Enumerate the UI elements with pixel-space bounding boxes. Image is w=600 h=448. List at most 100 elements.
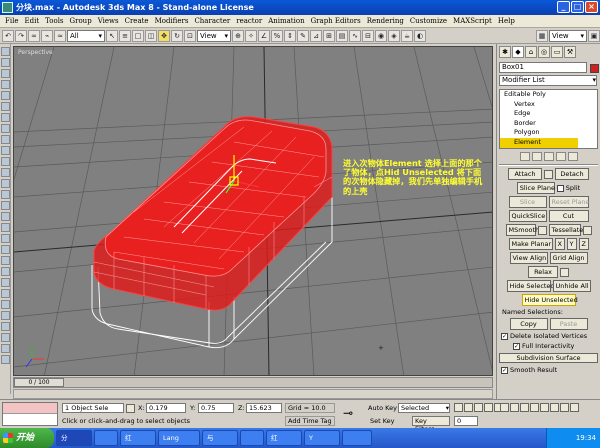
tab-icon[interactable]: [0, 157, 10, 166]
rotate-icon[interactable]: ↻: [171, 29, 183, 42]
menu-edit[interactable]: Edit: [21, 15, 42, 27]
taskbar-item[interactable]: [94, 430, 118, 446]
z-coordinate-field[interactable]: 15.623: [246, 403, 282, 413]
object-name-field[interactable]: Box01: [499, 62, 587, 73]
msmooth-button[interactable]: MSmooth: [505, 224, 539, 236]
render-last-icon[interactable]: ▣: [588, 29, 600, 42]
relax-settings-icon[interactable]: [560, 267, 569, 277]
tab-icon[interactable]: [0, 124, 10, 133]
bind-icon[interactable]: ≈: [54, 29, 66, 42]
make-unique-icon[interactable]: [543, 152, 554, 161]
maximize-viewport-icon[interactable]: [570, 403, 579, 412]
time-slider-track[interactable]: 0 / 100: [13, 377, 493, 388]
viewport-label[interactable]: Perspective: [18, 49, 53, 56]
hide-unselected-button[interactable]: Hide Unselected: [521, 294, 578, 306]
play-icon[interactable]: [474, 403, 483, 412]
tab-icon[interactable]: [0, 333, 10, 342]
relax-button[interactable]: Relax: [528, 266, 558, 278]
tab-icon[interactable]: [0, 278, 10, 287]
key-filters-button[interactable]: Key Filters...: [412, 416, 450, 433]
menu-file[interactable]: File: [2, 15, 21, 27]
menu-rendering[interactable]: Rendering: [364, 15, 407, 27]
time-slider[interactable]: 0 / 100: [14, 378, 64, 387]
tab-icon[interactable]: [0, 80, 10, 89]
tab-icon[interactable]: [0, 267, 10, 276]
zoom-extents-all-icon[interactable]: [530, 403, 539, 412]
modifier-stack[interactable]: Editable Poly Vertex Edge Border Polygon…: [499, 89, 598, 149]
render-type-select[interactable]: View ▾: [549, 29, 587, 42]
show-end-result-icon[interactable]: [531, 152, 542, 161]
panel-toggle-icon[interactable]: ▦: [536, 29, 548, 42]
align-icon[interactable]: ⊞: [323, 29, 335, 42]
prev-frame-icon[interactable]: [464, 403, 473, 412]
undo-icon[interactable]: ↶: [2, 29, 14, 42]
percent-snap-icon[interactable]: %: [271, 29, 283, 42]
orbit-icon[interactable]: [560, 403, 569, 412]
stack-item-vertex[interactable]: Vertex: [500, 100, 597, 110]
tessellate-button[interactable]: Tessellate: [548, 224, 583, 236]
tab-icon[interactable]: [0, 190, 10, 199]
maxscript-input[interactable]: [3, 403, 57, 414]
taskbar-item[interactable]: 分: [56, 430, 92, 446]
menu-modifiers[interactable]: Modifiers: [152, 15, 192, 27]
stack-item-editable-poly[interactable]: Editable Poly: [500, 90, 597, 100]
create-tab-icon[interactable]: ✱: [499, 46, 511, 58]
pivot-icon[interactable]: ⊕: [232, 29, 244, 42]
quick-render-icon[interactable]: ☕: [401, 29, 413, 42]
snap-icon[interactable]: ✧: [245, 29, 257, 42]
tab-icon[interactable]: [0, 256, 10, 265]
tab-icon[interactable]: [0, 135, 10, 144]
perspective-viewport[interactable]: + Perspective 进入次物体Element 选择上面的那个了物体，点H…: [13, 46, 493, 376]
angle-snap-icon[interactable]: ∠: [258, 29, 270, 42]
x-coordinate-field[interactable]: 0.179: [146, 403, 186, 413]
select-icon[interactable]: ↖: [106, 29, 118, 42]
slice-button[interactable]: Slice: [508, 196, 547, 208]
planar-x-button[interactable]: X: [554, 238, 565, 250]
tab-icon[interactable]: [0, 179, 10, 188]
menu-group[interactable]: Group: [67, 15, 95, 27]
tab-icon[interactable]: [0, 245, 10, 254]
stack-item-edge[interactable]: Edge: [500, 109, 597, 119]
taskbar-item[interactable]: Y: [304, 430, 340, 446]
taskbar-item[interactable]: 与: [202, 430, 238, 446]
msmooth-settings-icon[interactable]: [537, 225, 547, 235]
smooth-result-checkbox[interactable]: ✓: [501, 366, 508, 374]
copy-button[interactable]: Copy: [509, 318, 548, 330]
unlink-icon[interactable]: ⌁: [41, 29, 53, 42]
tab-icon[interactable]: [0, 234, 10, 243]
field-of-view-icon[interactable]: [540, 403, 549, 412]
key-icon[interactable]: ⊸: [343, 406, 353, 420]
attach-button[interactable]: Attach: [508, 168, 542, 180]
motion-tab-icon[interactable]: ◎: [538, 46, 550, 58]
modifier-list-select[interactable]: Modifier List ▾: [499, 75, 597, 86]
cut-button[interactable]: Cut: [548, 210, 589, 222]
display-tab-icon[interactable]: ▭: [551, 46, 563, 58]
current-frame-field[interactable]: 0: [454, 416, 478, 426]
menu-help[interactable]: Help: [495, 15, 518, 27]
hide-selected-button[interactable]: Hide Selected: [506, 280, 555, 292]
y-coordinate-field[interactable]: 0.75: [198, 403, 234, 413]
minimize-button[interactable]: _: [557, 1, 570, 13]
material-editor-icon[interactable]: ◉: [375, 29, 387, 42]
stack-item-border[interactable]: Border: [500, 119, 597, 129]
close-button[interactable]: ×: [585, 1, 598, 13]
unhide-all-button[interactable]: Unhide All: [552, 280, 591, 292]
taskbar-item[interactable]: 红: [266, 430, 302, 446]
tab-icon[interactable]: [0, 289, 10, 298]
auto-key-button[interactable]: Auto Key: [368, 403, 397, 413]
track-bar[interactable]: [13, 389, 493, 399]
rect-region-icon[interactable]: □: [132, 29, 144, 42]
zoom-extents-icon[interactable]: [520, 403, 529, 412]
tab-icon[interactable]: [0, 47, 10, 56]
mirror-icon[interactable]: ⊿: [310, 29, 322, 42]
tab-icon[interactable]: [0, 146, 10, 155]
pan-icon[interactable]: [550, 403, 559, 412]
view-align-button[interactable]: View Align: [509, 252, 548, 264]
key-mode-select[interactable]: Selected ▾: [398, 403, 450, 413]
tessellate-settings-icon[interactable]: [582, 225, 592, 235]
select-by-name-icon[interactable]: ≡: [119, 29, 131, 42]
start-button[interactable]: 开始: [0, 428, 54, 448]
detach-button[interactable]: Detach: [555, 168, 589, 180]
utilities-tab-icon[interactable]: ⚒: [564, 46, 576, 58]
tab-icon[interactable]: [0, 201, 10, 210]
